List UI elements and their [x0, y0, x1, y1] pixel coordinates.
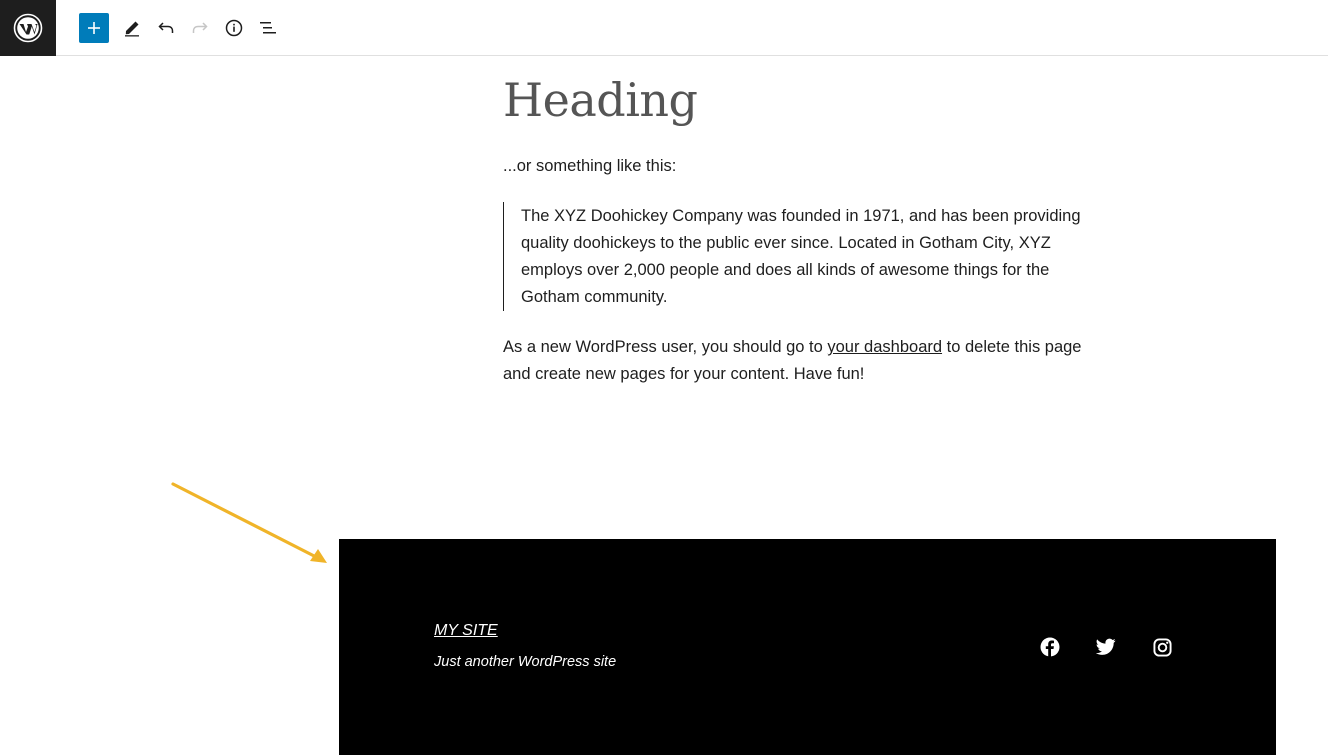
quote-text: The XYZ Doohickey Company was founded in… — [521, 207, 1081, 306]
wordpress-logo-icon[interactable] — [0, 0, 56, 56]
annotation-arrow-icon — [171, 482, 327, 563]
pencil-icon — [125, 21, 139, 37]
redo-button[interactable] — [185, 13, 215, 43]
undo-button[interactable] — [151, 13, 181, 43]
dashboard-link[interactable]: your dashboard — [827, 338, 942, 356]
list-view-button[interactable] — [253, 13, 283, 43]
twitter-icon[interactable] — [1095, 636, 1117, 658]
site-footer[interactable]: MY SITE Just another WordPress site — [339, 539, 1276, 755]
site-title-link[interactable]: MY SITE — [434, 622, 498, 640]
heading-block[interactable]: Heading — [503, 68, 1103, 132]
plus-icon — [88, 22, 100, 34]
tools-button[interactable] — [117, 13, 147, 43]
editor-toolbar — [0, 0, 1328, 56]
add-block-button[interactable] — [79, 13, 109, 43]
details-button[interactable] — [219, 13, 249, 43]
outro-paragraph[interactable]: As a new WordPress user, you should go t… — [503, 334, 1103, 388]
post-content: Heading ...or something like this: The X… — [503, 68, 1103, 383]
info-icon — [225, 19, 243, 37]
facebook-icon[interactable] — [1039, 636, 1061, 658]
undo-icon — [158, 22, 174, 33]
outro-text-before: As a new WordPress user, you should go t… — [503, 338, 828, 356]
list-view-icon — [260, 22, 276, 34]
instagram-icon[interactable] — [1151, 636, 1173, 658]
quote-block[interactable]: The XYZ Doohickey Company was founded in… — [503, 202, 1093, 311]
editor-page: Heading ...or something like this: The X… — [0, 0, 1328, 755]
redo-icon — [192, 22, 208, 33]
site-tagline: Just another WordPress site — [434, 654, 617, 670]
intro-paragraph[interactable]: ...or something like this: — [503, 153, 1103, 180]
